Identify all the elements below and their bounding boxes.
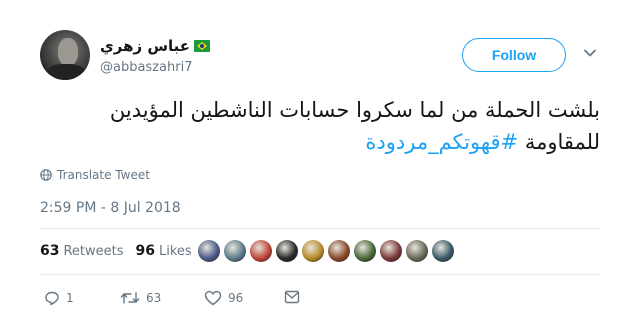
reply-icon [45, 291, 59, 306]
tweet-text: بلشت الحملة من لما سكروا حسابات الناشطين… [60, 94, 600, 158]
avatar-shoulder [46, 64, 86, 80]
retweet-count: 63 [146, 291, 162, 305]
translate-label[interactable]: Translate Tweet [57, 168, 150, 182]
avatar-face [58, 38, 78, 66]
reply-action[interactable]: 1 [44, 290, 74, 306]
follow-button[interactable]: Follow [462, 38, 566, 72]
likes-stat[interactable]: 96 Likes [136, 243, 192, 259]
likes-count: 96 [135, 243, 156, 259]
divider [40, 228, 600, 229]
retweet-icon [120, 292, 140, 304]
retweets-label: Retweets [63, 244, 124, 259]
tweet-actions: 1 63 96 [40, 290, 310, 310]
chevron-down-icon[interactable] [583, 46, 597, 60]
tweet-body: بلشت الحملة من لما سكروا حسابات الناشطين… [109, 98, 600, 154]
author-avatar[interactable] [40, 30, 90, 80]
liker-avatar-5[interactable] [302, 240, 324, 262]
likes-label: Likes [159, 244, 192, 259]
envelope-icon [284, 290, 300, 304]
divider [40, 274, 600, 275]
hashtag-link[interactable]: #قهوتكم_مردودة [365, 130, 518, 154]
liker-avatar-6[interactable] [328, 240, 350, 262]
translate-tweet[interactable]: Translate Tweet [40, 168, 150, 182]
like-action[interactable]: 96 [204, 290, 243, 306]
tweet-stats: 63 Retweets 96 Likes [40, 243, 204, 259]
liker-avatar-7[interactable] [354, 240, 376, 262]
author-display-name[interactable]: عباس زهري [100, 37, 190, 55]
liker-avatar-1[interactable] [198, 240, 220, 262]
liker-avatars [198, 240, 454, 262]
liker-avatar-2[interactable] [224, 240, 246, 262]
message-action[interactable] [284, 290, 300, 304]
retweets-stat[interactable]: 63 Retweets [40, 243, 124, 259]
liker-avatar-10[interactable] [432, 240, 454, 262]
liker-avatar-3[interactable] [250, 240, 272, 262]
brazil-flag-icon [194, 40, 211, 52]
liker-avatar-8[interactable] [380, 240, 402, 262]
reply-count: 1 [66, 291, 74, 305]
liker-avatar-4[interactable] [276, 240, 298, 262]
author-handle[interactable]: @abbaszahri7 [100, 60, 192, 75]
author-name-row: عباس زهري [100, 36, 211, 56]
tweet-timestamp[interactable]: 2:59 PM - 8 Jul 2018 [40, 200, 181, 216]
heart-icon [204, 290, 222, 306]
liker-avatar-9[interactable] [406, 240, 428, 262]
retweet-action[interactable]: 63 [120, 290, 161, 306]
retweets-count: 63 [40, 243, 60, 259]
like-count: 96 [228, 291, 244, 305]
globe-icon [40, 169, 52, 181]
